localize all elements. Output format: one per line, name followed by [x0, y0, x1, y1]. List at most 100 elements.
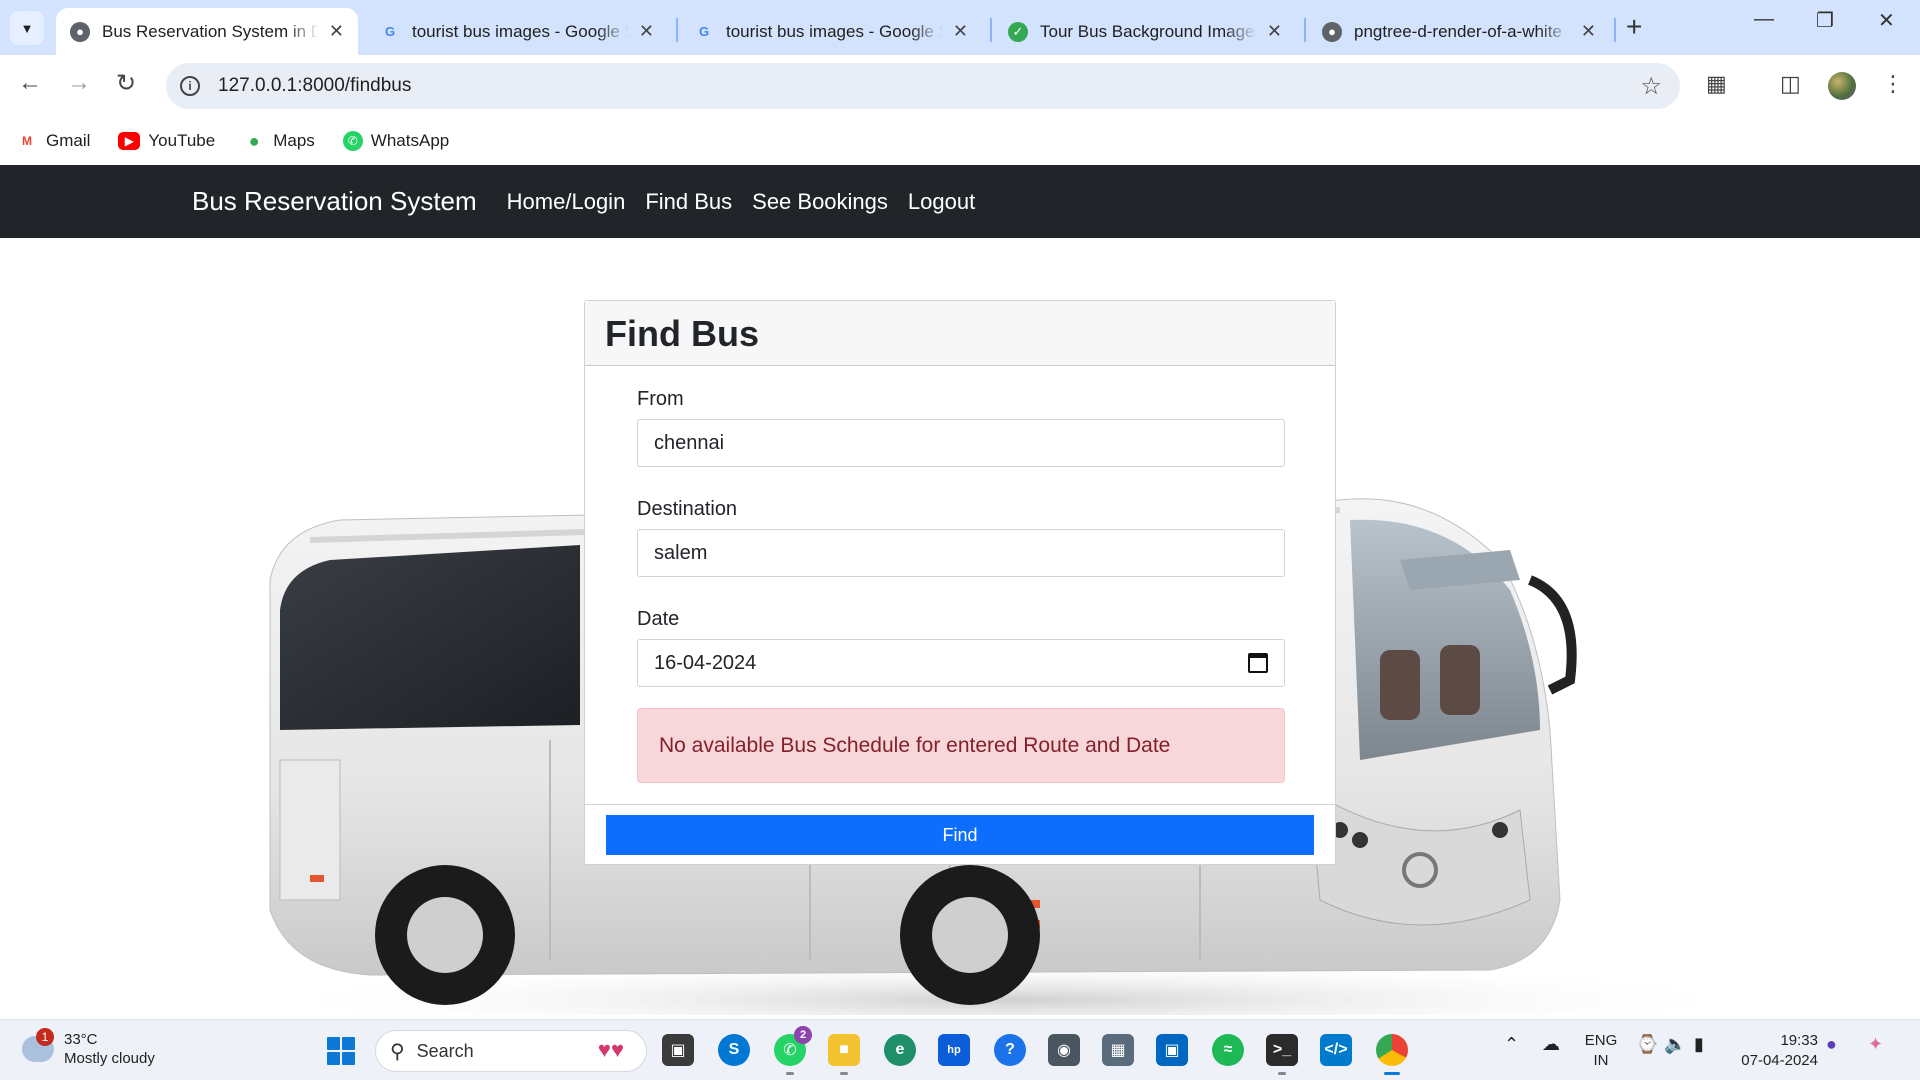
- tab-separator: [1614, 18, 1616, 42]
- destination-input[interactable]: salem: [637, 529, 1285, 577]
- clock[interactable]: 19:33 07-04-2024: [1734, 1031, 1818, 1071]
- site-info-icon[interactable]: i: [180, 76, 200, 96]
- start-button[interactable]: [327, 1037, 355, 1065]
- tab-title: Tour Bus Background Images: [1040, 21, 1257, 41]
- tab-title: pngtree-d-render-of-a-white: [1354, 21, 1562, 41]
- myhp-icon[interactable]: hp: [938, 1034, 970, 1066]
- date-input[interactable]: 16-04-2024: [637, 639, 1285, 687]
- find-button[interactable]: Find: [606, 815, 1314, 855]
- bookmark-label: WhatsApp: [370, 131, 450, 150]
- card-header: Find Bus: [585, 301, 1335, 366]
- side-panel-icon[interactable]: ◫: [1780, 71, 1801, 97]
- bookmark-youtube[interactable]: ▶ YouTube: [118, 131, 215, 151]
- chrome-icon[interactable]: [1376, 1034, 1408, 1075]
- nav-home-login[interactable]: Home/Login: [507, 189, 626, 215]
- extensions-icon[interactable]: ▦: [1706, 71, 1727, 97]
- tab-google-search-2[interactable]: G tourist bus images - Google S ✕: [680, 8, 982, 55]
- copilot-icon[interactable]: ✦: [1868, 1034, 1883, 1055]
- whatsapp-badge: 2: [794, 1026, 812, 1044]
- onedrive-icon[interactable]: ☁: [1542, 1034, 1560, 1055]
- back-icon[interactable]: ←: [18, 69, 42, 97]
- alert-text: No available Bus Schedule for entered Ro…: [659, 733, 1171, 757]
- help-icon[interactable]: ?: [994, 1034, 1026, 1066]
- battery-icon[interactable]: ▮: [1694, 1034, 1704, 1055]
- reload-icon[interactable]: ↻: [116, 69, 136, 98]
- web-page: Bus Reservation System Home/Login Find B…: [0, 165, 1920, 1019]
- close-icon[interactable]: ✕: [1267, 21, 1282, 42]
- edge-icon[interactable]: e: [884, 1034, 916, 1066]
- camera-icon[interactable]: ◉: [1048, 1034, 1080, 1066]
- bookmark-whatsapp[interactable]: ✆ WhatsApp: [342, 131, 450, 151]
- clock-date: 07-04-2024: [1741, 1052, 1818, 1069]
- card-body: From chennai Destination salem Date 16-0…: [585, 366, 1335, 783]
- notification-bell-icon[interactable]: ●: [1826, 1034, 1837, 1055]
- calendar-icon[interactable]: [1248, 653, 1268, 673]
- card-footer: Find: [585, 804, 1335, 864]
- restore-icon[interactable]: ❐: [1816, 8, 1834, 33]
- bookmark-label: Maps: [273, 131, 315, 150]
- destination-label: Destination: [637, 498, 738, 520]
- whatsapp-icon: ✆: [342, 131, 363, 151]
- spotify-icon[interactable]: ≈: [1212, 1034, 1244, 1066]
- nav-find-bus[interactable]: Find Bus: [645, 189, 732, 215]
- tab-title: Bus Reservation System in Dja: [102, 21, 319, 41]
- cloud-icon: 1: [22, 1028, 54, 1062]
- tab-title: tourist bus images - Google S: [412, 21, 629, 41]
- site-navbar: Bus Reservation System Home/Login Find B…: [0, 165, 1920, 238]
- bookmark-star-icon[interactable]: ☆: [1640, 72, 1662, 101]
- close-icon[interactable]: ✕: [953, 21, 968, 42]
- tab-google-search-1[interactable]: G tourist bus images - Google S ✕: [366, 8, 668, 55]
- calculator-icon[interactable]: ▦: [1102, 1034, 1134, 1066]
- new-tab-button[interactable]: +: [1626, 11, 1642, 43]
- date-value: 16-04-2024: [654, 651, 757, 674]
- globe-icon: ●: [1322, 21, 1342, 42]
- bookmark-label: Gmail: [46, 131, 91, 150]
- tab-search-button[interactable]: ▼: [10, 11, 44, 45]
- tab-separator: [1304, 18, 1306, 42]
- weather-desc: Mostly cloudy: [64, 1050, 155, 1067]
- gmail-icon: M: [22, 134, 32, 148]
- clock-time: 19:33: [1780, 1032, 1818, 1049]
- close-icon[interactable]: ✕: [1581, 21, 1596, 42]
- weather-temp: 33°C: [64, 1031, 98, 1048]
- address-bar[interactable]: i 127.0.0.1:8000/findbus ☆: [166, 63, 1680, 109]
- volume-icon[interactable]: 🔈: [1664, 1034, 1686, 1055]
- task-view-icon[interactable]: ▣: [662, 1034, 694, 1066]
- minimize-icon[interactable]: —: [1754, 8, 1774, 31]
- tab-pngtree[interactable]: ● pngtree-d-render-of-a-white ✕: [1308, 8, 1610, 55]
- file-explorer-icon[interactable]: ■: [828, 1034, 860, 1075]
- whatsapp-app-icon[interactable]: ✆ 2: [774, 1026, 812, 1075]
- weather-widget[interactable]: 1 33°C Mostly cloudy: [22, 1028, 155, 1068]
- running-indicator: [1384, 1072, 1400, 1075]
- close-icon[interactable]: ✕: [639, 21, 654, 42]
- find-bus-card: Find Bus From chennai Destination salem …: [584, 300, 1336, 865]
- profile-avatar[interactable]: [1828, 72, 1856, 100]
- navbar-brand[interactable]: Bus Reservation System: [192, 186, 477, 217]
- from-input[interactable]: chennai: [637, 419, 1285, 467]
- tab-tour-bus-backgrounds[interactable]: ✓ Tour Bus Background Images ✕: [994, 8, 1296, 55]
- running-indicator: [1278, 1072, 1286, 1075]
- google-icon: G: [698, 24, 710, 39]
- language-indicator[interactable]: ENG IN: [1583, 1031, 1619, 1071]
- search-placeholder: Search: [416, 1040, 474, 1061]
- wifi-icon[interactable]: ⌚: [1636, 1034, 1658, 1055]
- forward-icon[interactable]: →: [67, 69, 91, 97]
- bookmark-maps[interactable]: ● Maps: [243, 131, 315, 151]
- taskbar-search[interactable]: ⚲ Search ♥♥: [375, 1030, 647, 1072]
- nav-see-bookings[interactable]: See Bookings: [752, 189, 888, 215]
- tab-bus-reservation[interactable]: ● Bus Reservation System in Dja ✕: [56, 8, 358, 55]
- globe-icon: ●: [70, 21, 90, 42]
- vscode-icon[interactable]: </>: [1320, 1034, 1352, 1066]
- tray-chevron-up-icon[interactable]: ⌃: [1504, 1034, 1519, 1055]
- menu-icon[interactable]: ⋮: [1882, 71, 1904, 97]
- skype-icon[interactable]: S: [718, 1034, 750, 1066]
- bookmark-gmail[interactable]: M Gmail: [16, 131, 90, 151]
- close-icon[interactable]: ✕: [329, 21, 344, 42]
- nav-logout[interactable]: Logout: [908, 189, 975, 215]
- window-close-icon[interactable]: ✕: [1878, 8, 1895, 33]
- store-icon[interactable]: ▣: [1156, 1034, 1188, 1066]
- destination-value: salem: [654, 541, 708, 564]
- terminal-icon[interactable]: >_: [1266, 1034, 1298, 1075]
- tab-separator: [990, 18, 992, 42]
- bookmarks-bar: M Gmail ▶ YouTube ● Maps ✆ WhatsApp: [0, 117, 1920, 165]
